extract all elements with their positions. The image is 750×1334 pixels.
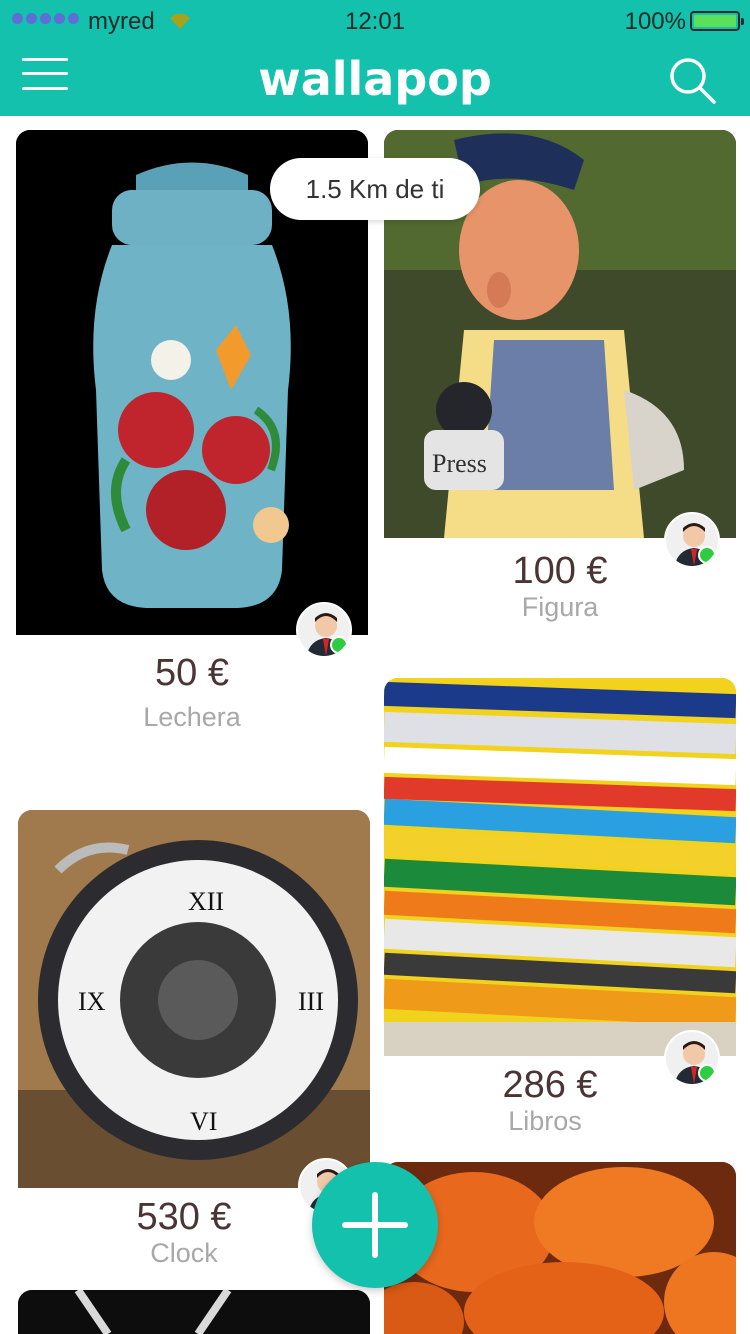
- product-card-pumpkins[interactable]: [384, 1162, 736, 1334]
- product-name: Libros: [508, 1106, 582, 1136]
- plus-icon[interactable]: [312, 1162, 438, 1288]
- product-photo-pumpkins: [384, 1162, 736, 1334]
- product-photo-books: [384, 678, 736, 1056]
- product-card-libros[interactable]: 286 € Libros: [384, 678, 736, 1148]
- product-name: Lechera: [143, 702, 241, 732]
- app-header: myred 12:01 100% wallapop: [0, 0, 750, 116]
- product-price: 286 €: [502, 1064, 598, 1106]
- seller-avatar[interactable]: [296, 602, 352, 658]
- battery-icon: [690, 11, 744, 31]
- status-bar: myred 12:01 100%: [0, 0, 750, 44]
- distance-badge[interactable]: 1.5 Km de ti: [270, 158, 480, 220]
- search-icon[interactable]: [668, 56, 718, 106]
- product-photo-partial: [18, 1290, 370, 1334]
- brand-logo: wallapop: [258, 52, 492, 106]
- product-photo-pocket-watch: XII III VI IX: [18, 810, 370, 1188]
- svg-text:Press: Press: [432, 449, 487, 478]
- svg-text:VI: VI: [190, 1107, 217, 1136]
- product-card-partial[interactable]: [18, 1290, 370, 1334]
- svg-text:XII: XII: [188, 887, 224, 916]
- svg-text:III: III: [298, 987, 324, 1016]
- battery-percentage: 100%: [624, 8, 686, 35]
- app-screen: myred 12:01 100% wallapop 50 € Lechera P…: [0, 0, 750, 1334]
- product-card-lechera[interactable]: 50 € Lechera: [16, 130, 368, 750]
- product-name: Figura: [521, 592, 599, 622]
- svg-text:IX: IX: [78, 987, 106, 1016]
- product-price: 100 €: [512, 550, 608, 592]
- product-price: 50 €: [155, 652, 229, 694]
